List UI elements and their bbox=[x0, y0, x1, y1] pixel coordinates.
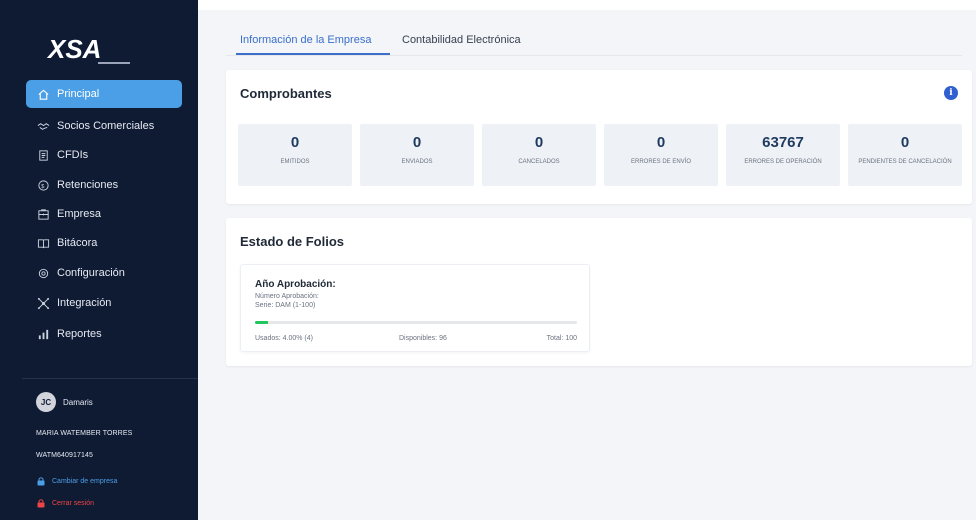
lock-icon bbox=[37, 477, 45, 486]
info-icon[interactable]: i bbox=[944, 86, 958, 100]
sidebar-item-configuracion[interactable]: Configuración bbox=[26, 259, 182, 287]
retention-icon: $ bbox=[36, 178, 50, 192]
comprobantes-card: Comprobantes i 0 EMITIDOS 0 ENVIADOS 0 C… bbox=[226, 70, 972, 204]
stat-label: ERRORES DE ENVÍO bbox=[630, 159, 691, 165]
sidebar-item-bitacora[interactable]: Bitácora bbox=[26, 229, 182, 257]
user-full-name: MARIA WATEMBER TORRES bbox=[36, 430, 133, 437]
folio-item[interactable]: Año Aprobación: Número Aprobación: Serie… bbox=[240, 264, 590, 352]
stat-enviados[interactable]: 0 ENVIADOS bbox=[360, 124, 474, 186]
sidebar-item-label: Empresa bbox=[57, 208, 102, 220]
lock-icon bbox=[37, 499, 45, 508]
logo-text: XSA bbox=[46, 34, 101, 64]
stat-value: 0 bbox=[412, 134, 422, 151]
user-name: Damaris bbox=[63, 397, 93, 407]
stat-value: 0 bbox=[290, 134, 300, 151]
avatar: JC bbox=[36, 392, 56, 412]
sidebar-divider bbox=[22, 378, 198, 379]
top-bar bbox=[198, 0, 976, 10]
change-company-link[interactable]: Cambiar de empresa bbox=[36, 476, 117, 486]
handshake-icon bbox=[36, 119, 50, 133]
document-icon bbox=[36, 148, 50, 162]
folio-number-label: Número Aprobación: bbox=[255, 293, 319, 300]
user-profile[interactable]: JC Damaris bbox=[36, 392, 93, 412]
stat-value: 0 bbox=[534, 134, 544, 151]
logout-label: Cerrar sesión bbox=[52, 499, 95, 507]
stat-value: 0 bbox=[900, 134, 910, 151]
logout-link[interactable]: Cerrar sesión bbox=[36, 498, 94, 508]
sidebar: XSA Principal Socios Comerciales CFDIs $… bbox=[0, 0, 198, 520]
sidebar-item-cfdis[interactable]: CFDIs bbox=[26, 141, 182, 169]
folio-disponibles: Disponibles: 96 bbox=[399, 335, 447, 342]
stat-pendientes-cancelacion[interactable]: 0 PENDIENTES DE CANCELACIÓN bbox=[848, 124, 962, 186]
stat-value: 63767 bbox=[762, 134, 804, 151]
stat-label: PENDIENTES DE CANCELACIÓN bbox=[858, 159, 952, 165]
comprobantes-title: Comprobantes bbox=[240, 86, 332, 101]
tab-bar: Información de la Empresa Contabilidad E… bbox=[226, 28, 962, 56]
user-rfc: WATM640917145 bbox=[36, 452, 93, 459]
sidebar-item-principal[interactable]: Principal bbox=[26, 80, 182, 108]
folio-year-label: Año Aprobación: bbox=[255, 279, 336, 290]
sidebar-item-empresa[interactable]: Empresa bbox=[26, 200, 182, 228]
sidebar-item-label: Configuración bbox=[57, 267, 125, 279]
sidebar-item-label: Principal bbox=[57, 88, 100, 100]
sidebar-item-integracion[interactable]: Integración bbox=[26, 289, 182, 317]
folios-title: Estado de Folios bbox=[240, 234, 345, 249]
xsa-logo: XSA bbox=[46, 34, 130, 64]
sidebar-item-label: Retenciones bbox=[57, 179, 119, 191]
tab-contabilidad-electronica[interactable]: Contabilidad Electrónica bbox=[402, 34, 521, 46]
stat-label: CANCELADOS bbox=[518, 159, 560, 165]
sidebar-item-label: CFDIs bbox=[57, 149, 89, 161]
active-tab-indicator bbox=[236, 53, 390, 55]
sidebar-item-label: Integración bbox=[57, 297, 112, 309]
sidebar-item-socios[interactable]: Socios Comerciales bbox=[26, 112, 182, 140]
stat-value: 0 bbox=[656, 134, 666, 151]
integration-icon bbox=[36, 296, 50, 310]
folio-total: Total: 100 bbox=[546, 335, 577, 342]
stat-errores-operacion[interactable]: 63767 ERRORES DE OPERACIÓN bbox=[726, 124, 840, 186]
book-icon bbox=[36, 236, 50, 250]
folio-progress-fill bbox=[255, 321, 268, 324]
folio-serie: Serie: DAM (1-100) bbox=[255, 302, 316, 309]
sidebar-item-label: Reportes bbox=[57, 328, 102, 340]
folio-usados: Usados: 4.00% (4) bbox=[255, 335, 313, 342]
tab-informacion-empresa[interactable]: Información de la Empresa bbox=[240, 34, 371, 46]
gear-icon bbox=[36, 266, 50, 280]
sidebar-item-label: Socios Comerciales bbox=[57, 120, 155, 132]
sidebar-item-reportes[interactable]: Reportes bbox=[26, 320, 182, 348]
svg-text:$: $ bbox=[41, 183, 44, 189]
chart-icon bbox=[36, 327, 50, 341]
sidebar-item-retenciones[interactable]: $ Retenciones bbox=[26, 171, 182, 199]
sidebar-item-label: Bitácora bbox=[57, 237, 98, 249]
stat-emitidos[interactable]: 0 EMITIDOS bbox=[238, 124, 352, 186]
home-icon bbox=[36, 87, 50, 101]
stat-errores-envio[interactable]: 0 ERRORES DE ENVÍO bbox=[604, 124, 718, 186]
change-company-label: Cambiar de empresa bbox=[52, 477, 118, 485]
stat-label: EMITIDOS bbox=[280, 159, 310, 165]
folios-card: Estado de Folios Año Aprobación: Número … bbox=[226, 218, 972, 366]
stat-cancelados[interactable]: 0 CANCELADOS bbox=[482, 124, 596, 186]
stat-label: ERRORES DE OPERACIÓN bbox=[744, 159, 822, 165]
building-icon bbox=[36, 207, 50, 221]
folio-progress-bar bbox=[255, 321, 577, 324]
stat-label: ENVIADOS bbox=[401, 159, 433, 165]
